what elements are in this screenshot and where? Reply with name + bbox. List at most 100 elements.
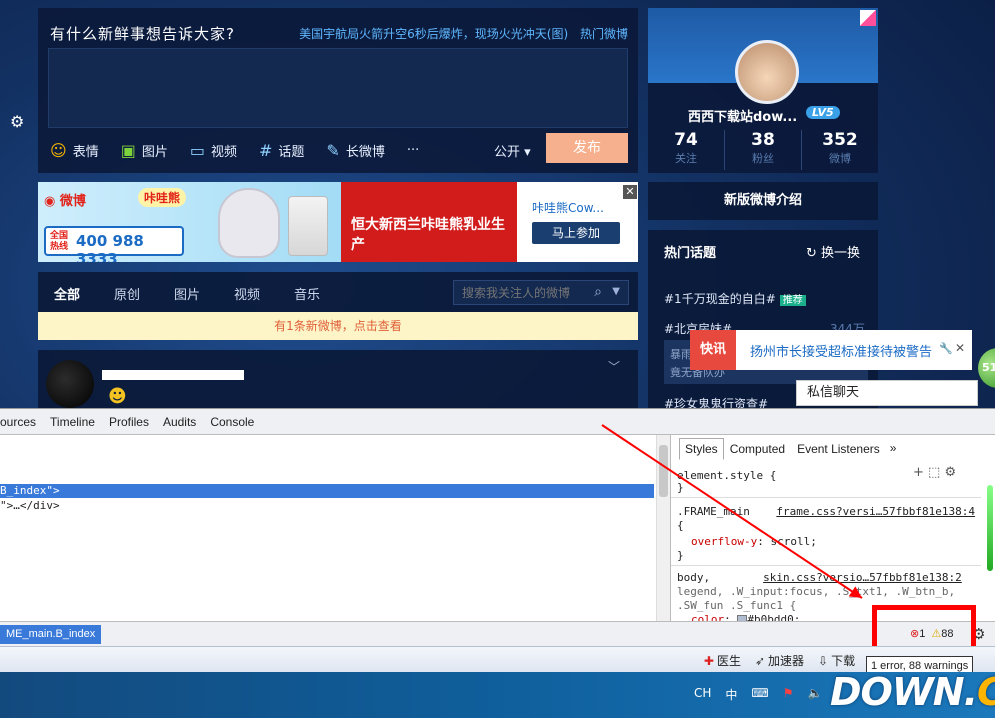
volume-muted-icon[interactable]: 🔈: [808, 686, 823, 703]
dom-node[interactable]: ">…</div>: [0, 499, 60, 513]
tool-label: 图片: [141, 144, 168, 160]
add-rule-icon[interactable]: +: [913, 465, 924, 480]
breadcrumb[interactable]: ME_main.B_index: [0, 625, 102, 644]
hotline-box: 全国热线 400 988 3333: [44, 226, 184, 262]
dom-selected-node[interactable]: B_index">: [0, 484, 654, 498]
doctor-tool[interactable]: ✚ 医生: [704, 652, 741, 669]
css-value[interactable]: scroll;: [770, 535, 816, 548]
topic-item[interactable]: #1千万现金的自白# 推荐: [664, 290, 806, 307]
ad-slogan: 恒大新西兰咔哇熊乳业生产: [351, 217, 505, 253]
tab-computed[interactable]: Computed: [724, 438, 791, 460]
post-composer: 有什么新鲜事想告诉大家? 美国宇航局火箭升空6秒后爆炸，现场火光冲天(图) 热门…: [38, 8, 638, 173]
image-icon: ▣: [120, 140, 136, 160]
dom-scrollbar[interactable]: [656, 435, 670, 621]
avatar[interactable]: [46, 360, 94, 408]
accelerator-tool[interactable]: ➶ 加速器: [755, 652, 804, 669]
pin-icon[interactable]: 🔧: [939, 342, 953, 355]
tab-styles[interactable]: Styles: [679, 438, 724, 460]
post-textarea[interactable]: [48, 48, 628, 128]
publish-button[interactable]: 发布: [546, 133, 628, 163]
hot-news-link[interactable]: 美国宇航局火箭升空6秒后爆炸，现场火光冲天(图) 热门微博: [299, 25, 628, 42]
new-weibo-intro[interactable]: 新版微博介绍: [648, 182, 878, 220]
long-post-tool[interactable]: ✎ 长微博: [326, 141, 384, 160]
video-icon: ▭: [189, 140, 205, 160]
more-tabs-icon[interactable]: »: [890, 438, 897, 460]
feed-search-input[interactable]: [454, 281, 584, 304]
refresh-topics[interactable]: ↻ 换一换: [806, 242, 860, 261]
tray-items: CH 中 ⌨ ⚑ 🔈: [694, 686, 822, 703]
watermark-dot: .: [963, 670, 978, 714]
topic-tool[interactable]: # 话题: [259, 141, 304, 160]
scrollbar-thumb[interactable]: [659, 445, 668, 497]
stat-label: 微博: [829, 152, 851, 165]
tab-console[interactable]: Console: [210, 415, 254, 429]
tab-original[interactable]: 原创: [114, 284, 174, 303]
more-tool[interactable]: ···: [407, 143, 419, 158]
keyboard-icon[interactable]: ⌨: [751, 686, 768, 703]
source-link[interactable]: frame.css?versi…57fbbf81e138:4: [776, 505, 975, 518]
close-brace: }: [677, 549, 684, 562]
side-float-badge[interactable]: 51: [978, 348, 995, 388]
level-badge[interactable]: LV5: [806, 106, 840, 119]
plus-cross-icon: ✚: [703, 653, 714, 668]
visibility-select[interactable]: 公开 ▾: [494, 141, 531, 160]
ad-banner[interactable]: ◉ 微博 咔哇熊 全国热线 400 988 3333 恒大新西兰咔哇熊乳业生产 …: [38, 182, 638, 262]
download-tool[interactable]: ⇩ 下载: [818, 652, 855, 669]
tab-audits[interactable]: Audits: [163, 415, 196, 429]
css-declaration[interactable]: overflow-y: scroll;: [691, 535, 817, 548]
chevron-down-icon[interactable]: ﹀: [608, 358, 620, 375]
flash-news-text[interactable]: 扬州市长接受超标准接待被警告: [750, 341, 932, 360]
emoji-icon: ☻: [108, 386, 127, 407]
css-property[interactable]: overflow-y: [691, 535, 757, 548]
styles-scrollbar[interactable]: [985, 485, 995, 571]
image-tool[interactable]: ▣ 图片: [121, 141, 168, 160]
gear-icon[interactable]: ⚙: [944, 465, 956, 480]
tab-music[interactable]: 音乐: [294, 284, 354, 303]
language-indicator[interactable]: CH: [694, 686, 711, 703]
close-icon[interactable]: ✕: [955, 341, 965, 355]
chevron-down-icon[interactable]: ▼: [612, 286, 620, 297]
private-chat-bar[interactable]: 私信聊天: [796, 380, 978, 406]
stat-posts[interactable]: 352 微博: [801, 130, 878, 170]
settings-gear-icon[interactable]: ⚙: [10, 112, 28, 131]
rule-selector[interactable]: .FRAME_main frame.css?versi…57fbbf81e138…: [677, 505, 975, 518]
flash-news-popup[interactable]: 快讯 扬州市长接受超标准接待被警告 🔧 ✕: [690, 330, 972, 370]
skin-icon[interactable]: [860, 10, 876, 26]
tab-all[interactable]: 全部: [54, 284, 114, 303]
network-warning-icon[interactable]: ⚑: [783, 686, 794, 703]
avatar[interactable]: [735, 40, 799, 104]
profile-card: 西西下载站dow... LV5 74 关注 38 粉丝 352 微博: [648, 8, 878, 173]
profile-name[interactable]: 西西下载站dow...: [688, 106, 797, 125]
new-posts-bar[interactable]: 有1条新微博，点击查看: [38, 312, 638, 340]
tool-label: 话题: [278, 144, 305, 160]
topic-card-line: 暴雨: [670, 348, 692, 361]
source-link[interactable]: skin.css?versio…57fbbf81e138:2: [763, 571, 962, 584]
emoji-tool[interactable]: ☺ 表情: [50, 141, 99, 160]
tab-video[interactable]: 视频: [234, 284, 294, 303]
tool-label: 视频: [210, 144, 237, 160]
tab-images[interactable]: 图片: [174, 284, 234, 303]
tool-label: 下载: [831, 654, 856, 668]
tab-sources[interactable]: ources: [0, 415, 36, 429]
hot-news-text[interactable]: 美国宇航局火箭升空6秒后爆炸，现场火光冲天(图): [299, 27, 568, 41]
element-style-rule[interactable]: element.style {: [677, 469, 776, 482]
hot-weibo-link[interactable]: 热门微博: [580, 27, 628, 41]
ime-indicator[interactable]: 中: [725, 686, 737, 703]
brand-logo: 咔哇熊: [138, 188, 187, 207]
tab-profiles[interactable]: Profiles: [109, 415, 149, 429]
scrollbar-thumb[interactable]: [987, 485, 993, 571]
browser-status-bar: ✚医生 ➶加速器 ⇩下载 ⚐ ℯ: [0, 646, 995, 672]
rule-selector[interactable]: body, skin.css?versio…57fbbf81e138:2: [677, 571, 962, 584]
flash-news-label: 快讯: [690, 330, 736, 370]
ad-side-title[interactable]: 咔哇熊Cow...: [532, 199, 604, 216]
toggle-state-icon[interactable]: ⬚: [928, 465, 940, 480]
video-tool[interactable]: ▭ 视频: [190, 141, 237, 160]
join-now-button[interactable]: 马上参加: [532, 222, 620, 244]
stat-following[interactable]: 74 关注: [648, 130, 724, 170]
more-icon: ···: [406, 142, 420, 158]
tab-event-listeners[interactable]: Event Listeners: [791, 438, 886, 460]
stat-followers[interactable]: 38 粉丝: [724, 130, 801, 170]
ad-close-icon[interactable]: ✕: [623, 185, 637, 199]
tab-timeline[interactable]: Timeline: [50, 415, 95, 429]
search-icon[interactable]: ⌕: [594, 284, 602, 300]
